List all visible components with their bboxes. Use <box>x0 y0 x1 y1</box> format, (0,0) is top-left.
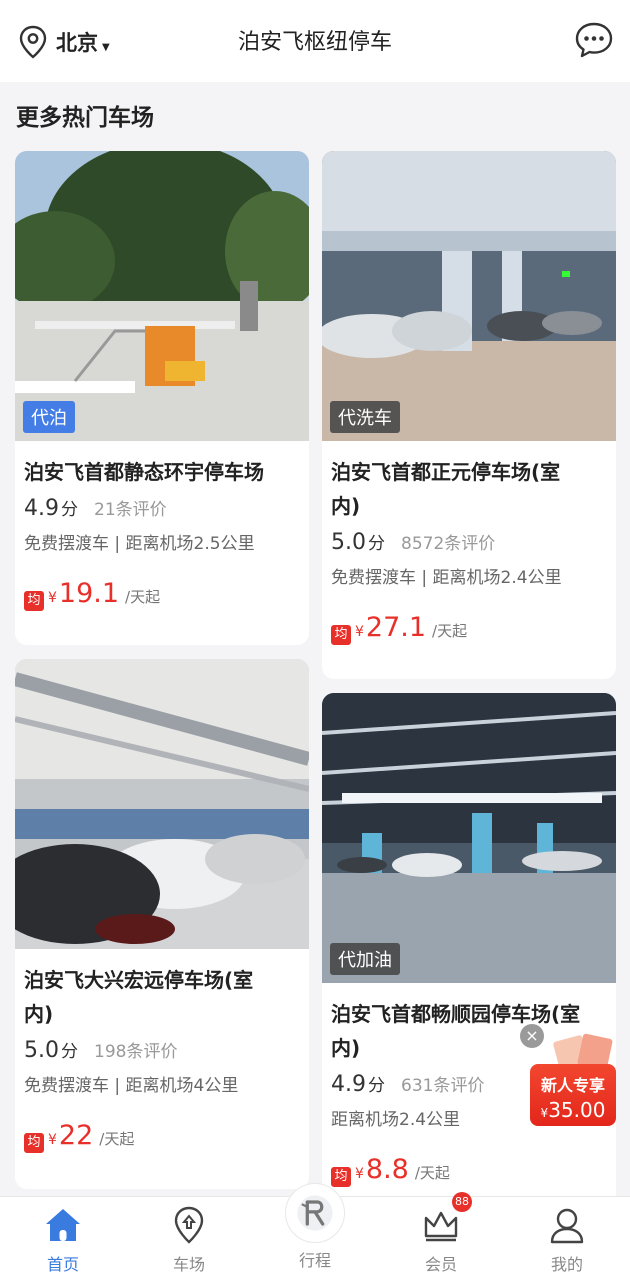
rating-unit: 分 <box>61 500 78 520</box>
user-icon <box>550 1208 584 1244</box>
chevron-down-icon: ▼ <box>102 41 110 53</box>
currency-symbol: ¥ <box>48 590 57 606</box>
location-pin-icon <box>19 25 47 59</box>
currency-symbol: ¥ <box>355 1166 364 1182</box>
crown-icon <box>424 1211 458 1242</box>
rating-unit: 分 <box>368 1076 385 1096</box>
price-value: 27.1 <box>365 612 427 643</box>
message-icon[interactable] <box>574 20 614 60</box>
parking-photo: 代泊 <box>15 151 309 441</box>
review-count: 631条评价 <box>401 1076 485 1096</box>
rating-score: 4.9 <box>24 496 59 521</box>
rating-score: 5.0 <box>331 530 366 555</box>
parking-name: 泊安飞首都正元停车场(室 内) <box>331 460 561 518</box>
price-value: 8.8 <box>365 1154 409 1185</box>
parking-meta: 免费摆渡车 | 距离机场2.5公里 <box>24 534 255 554</box>
currency-symbol: ¥ <box>48 1132 57 1148</box>
parking-meta: 免费摆渡车 | 距离机场2.4公里 <box>331 568 562 588</box>
top-bar: 北京 ▼ 泊安飞枢纽停车 <box>0 0 630 82</box>
tab-label: 车场 <box>172 1255 205 1274</box>
parking-photo: 代加油 <box>322 693 616 983</box>
review-count: 21条评价 <box>94 500 167 520</box>
price-value: 22 <box>58 1120 94 1151</box>
tab-member[interactable]: 会员 <box>391 1197 491 1280</box>
average-badge: 均 <box>331 1167 351 1187</box>
average-badge: 均 <box>24 591 44 611</box>
city-name: 北京 <box>56 31 98 55</box>
tab-label: 行程 <box>298 1251 331 1270</box>
tab-trip[interactable]: 行程 <box>265 1195 365 1280</box>
parking-meta: 免费摆渡车 | 距离机场4公里 <box>24 1076 239 1096</box>
promo-label: 新人专享 <box>540 1076 605 1095</box>
parking-card[interactable]: 代洗车 泊安飞首都正元停车场(室 内) 5.0 分 8572条评价 免费摆渡车 … <box>322 151 616 679</box>
price-unit: /天起 <box>414 1164 450 1182</box>
map-pin-icon <box>174 1206 204 1244</box>
bottom-tab-bar: 首页 车场 行程 会员 我的 <box>0 1183 630 1280</box>
average-badge: 均 <box>24 1133 44 1153</box>
parking-photo <box>15 659 309 949</box>
average-badge: 均 <box>331 625 351 645</box>
parking-photo: 代洗车 <box>322 151 616 441</box>
rating-score: 5.0 <box>24 1038 59 1063</box>
parking-card[interactable]: 泊安飞大兴宏远停车场(室 内) 5.0 分 198条评价 免费摆渡车 | 距离机… <box>15 659 309 1189</box>
home-icon <box>46 1209 80 1241</box>
price-value: 19.1 <box>58 578 120 609</box>
tab-label: 我的 <box>550 1255 583 1274</box>
service-tag: 代泊 <box>23 401 75 433</box>
promo-amount: 35.00 <box>548 1098 606 1122</box>
parking-name: 泊安飞首都静态环宇停车场 <box>24 460 264 484</box>
tab-mine[interactable]: 我的 <box>517 1197 617 1280</box>
review-count: 8572条评价 <box>401 534 496 554</box>
close-icon[interactable]: × <box>520 1024 544 1048</box>
tab-home[interactable]: 首页 <box>13 1197 113 1280</box>
city-selector[interactable]: 北京 ▼ <box>18 20 110 64</box>
member-badge: 88 <box>452 1192 472 1212</box>
newcomer-promo[interactable]: × 新人专享 ¥35.00 <box>520 1024 630 1132</box>
rating-unit: 分 <box>61 1042 78 1062</box>
tab-label: 会员 <box>424 1255 457 1274</box>
review-count: 198条评价 <box>94 1042 178 1062</box>
parking-name: 泊安飞大兴宏远停车场(室 内) <box>24 968 254 1026</box>
trip-icon <box>297 1195 333 1231</box>
rating-unit: 分 <box>368 534 385 554</box>
rating-score: 4.9 <box>331 1072 366 1097</box>
tab-parking[interactable]: 车场 <box>139 1197 239 1280</box>
service-tag: 代洗车 <box>330 401 400 433</box>
parking-card[interactable]: 代加油 泊安飞首都畅顺园停车场(室 内) 4.9 分 631条评价 距离机场2.… <box>322 693 616 1213</box>
price-unit: /天起 <box>432 622 468 640</box>
price-unit: /天起 <box>99 1130 135 1148</box>
section-title: 更多热门车场 <box>16 105 154 131</box>
parking-card[interactable]: 代泊 泊安飞首都静态环宇停车场 4.9 分 21条评价 免费摆渡车 | 距离机场… <box>15 151 309 645</box>
price-unit: /天起 <box>125 588 161 606</box>
service-tag: 代加油 <box>330 943 400 975</box>
tab-label: 首页 <box>46 1255 79 1274</box>
currency-symbol: ¥ <box>355 624 364 640</box>
